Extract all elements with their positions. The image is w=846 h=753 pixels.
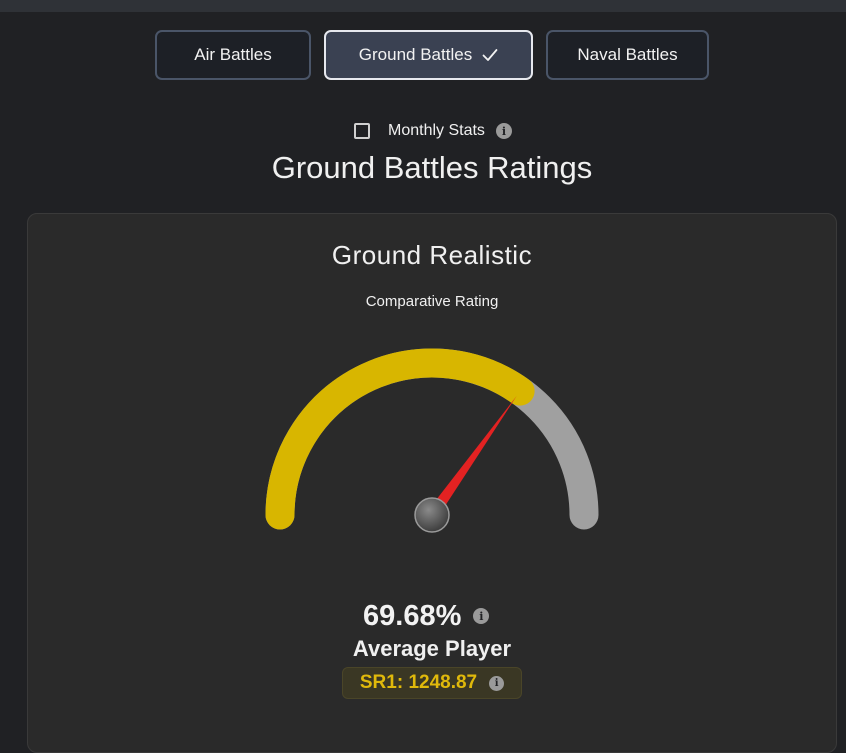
rating-percent-row: 69.68% i	[363, 598, 490, 634]
tab-naval-battles-label: Naval Battles	[577, 45, 678, 64]
info-icon[interactable]: i	[473, 608, 490, 624]
sr-value: SR1: 1248.87	[359, 672, 478, 693]
monthly-stats-row: Monthly Stats i	[354, 120, 512, 142]
info-icon[interactable]: i	[495, 123, 512, 139]
checkmark-icon	[482, 48, 498, 62]
sr-badge: SR1: 1248.87 i	[342, 667, 522, 699]
tab-air-battles-label: Air Battles	[194, 45, 272, 64]
rating-percent: 69.68%	[363, 599, 462, 632]
monthly-stats-label: Monthly Stats	[388, 122, 485, 139]
player-rank-label: Average Player	[352, 636, 512, 661]
mode-tabs: Air Battles Ground Battles Naval Battles	[0, 30, 846, 82]
tab-ground-battles-label: Ground Battles	[358, 45, 473, 64]
tab-ground-battles[interactable]: Ground Battles	[324, 30, 533, 80]
tab-air-battles[interactable]: Air Battles	[155, 30, 311, 80]
top-bar	[0, 0, 846, 12]
card-title: Ground Realistic	[331, 240, 533, 270]
tab-naval-battles[interactable]: Naval Battles	[546, 30, 709, 80]
card-subtitle: Comparative Rating	[365, 293, 499, 310]
info-icon[interactable]: i	[489, 675, 505, 691]
page-title: Ground Battles Ratings	[271, 150, 593, 185]
monthly-stats-checkbox[interactable]	[354, 123, 370, 139]
